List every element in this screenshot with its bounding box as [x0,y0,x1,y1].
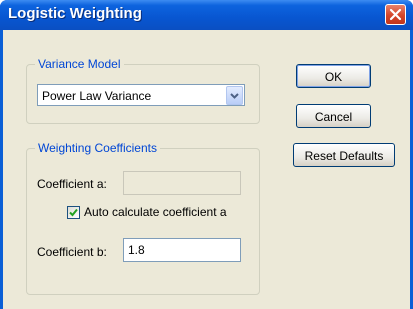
close-icon [389,8,402,21]
variance-model-dropdown-button[interactable] [226,86,243,105]
weighting-coefficients-legend: Weighting Coefficients [35,141,160,155]
variance-model-select[interactable]: Power Law Variance [37,84,245,106]
reset-defaults-button-label: Reset Defaults [304,149,384,163]
variance-model-group: Variance Model Power Law Variance [26,57,260,124]
coefficient-b-field[interactable] [123,238,241,262]
variance-model-legend: Variance Model [35,57,124,71]
auto-calculate-checkbox[interactable] [67,206,80,219]
coefficient-a-input[interactable] [124,172,240,194]
cancel-button-label: Cancel [314,110,353,124]
chevron-down-icon [230,93,239,99]
coefficient-b-label: Coefficient b: [37,245,107,259]
title-bar[interactable]: Logistic Weighting [0,0,413,30]
variance-model-selected-value: Power Law Variance [42,89,152,103]
reset-defaults-button[interactable]: Reset Defaults [293,143,395,167]
auto-calculate-label[interactable]: Auto calculate coefficient a [84,205,227,219]
coefficient-b-input[interactable] [124,239,240,261]
cancel-button[interactable]: Cancel [296,104,371,128]
window-title: Logistic Weighting [8,5,142,22]
coefficient-a-field[interactable] [123,171,241,195]
dialog-window: Logistic Weighting Variance Model Power … [0,0,413,309]
weighting-coefficients-group: Weighting Coefficients Coefficient a: Au… [26,141,260,295]
close-button[interactable] [385,4,406,25]
coefficient-a-label: Coefficient a: [37,177,107,191]
dialog-client-area: Variance Model Power Law Variance Weight… [3,30,410,309]
ok-button-label: OK [324,70,343,84]
ok-button[interactable]: OK [296,64,371,88]
checkmark-icon [69,208,78,217]
